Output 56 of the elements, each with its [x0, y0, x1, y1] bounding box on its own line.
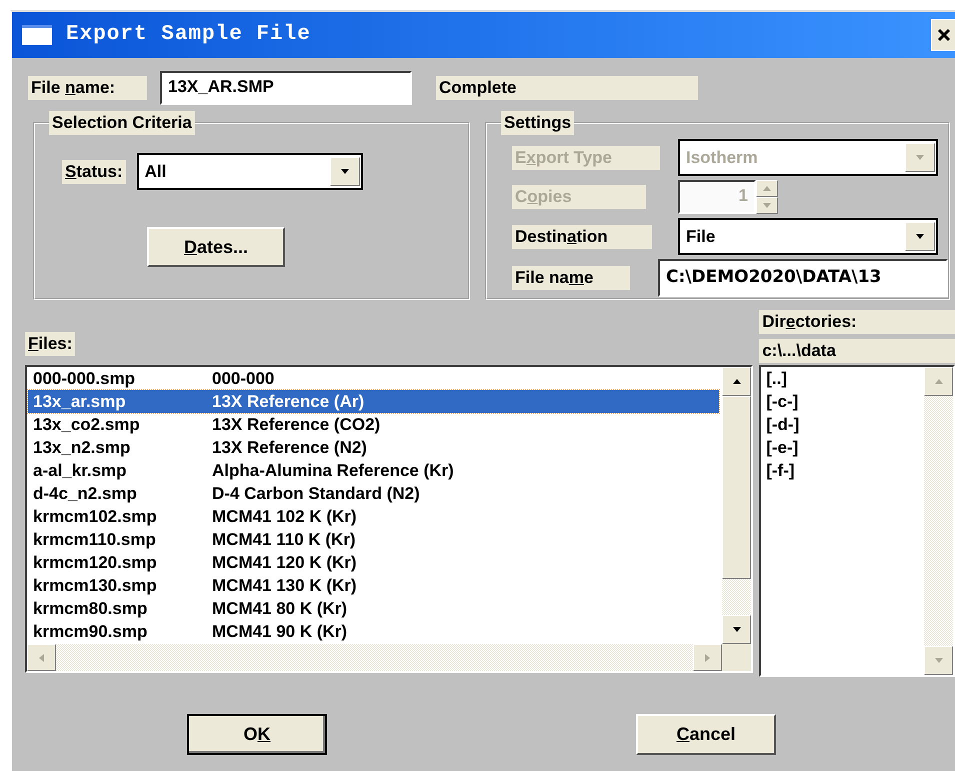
- file-row[interactable]: a-al_kr.smp Alpha-Alumina Reference (Kr): [28, 458, 719, 482]
- group-title: Selection Criteria: [49, 111, 195, 135]
- files-label: Files:: [25, 332, 76, 356]
- directory-path: c:\...\data: [759, 339, 955, 363]
- horizontal-scrollbar[interactable]: [27, 644, 752, 670]
- file-row[interactable]: 000-000.smp 000-000: [28, 366, 719, 390]
- dropdown-value: Isotherm: [686, 146, 758, 169]
- file-row[interactable]: 13x_n2.smp 13X Reference (N2): [28, 436, 719, 458]
- dates-button[interactable]: Dates...: [147, 227, 285, 267]
- file-row[interactable]: krmcm102.smp MCM41 102 K (Kr): [28, 504, 719, 528]
- directory-item[interactable]: [-f-]: [761, 459, 795, 482]
- directory-item[interactable]: [-c-]: [761, 390, 798, 413]
- dropdown-button[interactable]: [330, 157, 360, 186]
- ok-button[interactable]: OK: [187, 714, 327, 755]
- field-label: File name:: [28, 76, 147, 100]
- field-label: Status:: [62, 160, 126, 184]
- file-row[interactable]: krmcm80.smp MCM41 80 K (Kr): [28, 596, 719, 620]
- spin-down-button[interactable]: [756, 197, 778, 214]
- file-row[interactable]: d-4c_n2.smp D-4 Carbon Standard (N2): [28, 482, 719, 504]
- close-icon: [936, 28, 950, 42]
- scroll-up-button[interactable]: [722, 366, 752, 396]
- directory-item[interactable]: [-e-]: [761, 436, 798, 459]
- status-dropdown[interactable]: All: [136, 153, 363, 190]
- spin-up-button[interactable]: [756, 180, 778, 197]
- directory-item[interactable]: [-d-]: [761, 413, 800, 436]
- file-row[interactable]: krmcm120.smp MCM41 120 K (Kr): [28, 550, 719, 574]
- status-text: Complete: [436, 76, 698, 100]
- file-row[interactable]: 13x_ar.smp 13X Reference (Ar): [28, 390, 719, 412]
- field-label: Export Type: [512, 146, 660, 170]
- destination-dropdown[interactable]: File: [678, 218, 938, 255]
- file-list[interactable]: [25, 364, 754, 672]
- dropdown-value: All: [144, 160, 166, 183]
- directory-item[interactable]: [..]: [761, 367, 787, 390]
- window-title: Export Sample File: [66, 22, 311, 48]
- vertical-scrollbar[interactable]: [722, 366, 752, 644]
- file-row[interactable]: krmcm90.smp MCM41 90 K (Kr): [28, 620, 719, 642]
- scroll-right-button[interactable]: [693, 644, 722, 670]
- directories-label: Directories:: [759, 310, 955, 334]
- file-name-field[interactable]: 13X_AR.SMP: [160, 71, 412, 105]
- file-path-field[interactable]: C:\DEMO2020\DATA\13: [658, 259, 948, 297]
- file-row[interactable]: 13x_co2.smp 13X Reference (CO2): [28, 412, 719, 436]
- directory-list[interactable]: [..] [-c-] [-d-] [-e-] [-f-]: [759, 365, 955, 677]
- field-label: Copies: [512, 185, 646, 209]
- file-row[interactable]: krmcm130.smp MCM41 130 K (Kr): [28, 574, 719, 596]
- scroll-down-button[interactable]: [722, 614, 752, 644]
- field-label: Destination: [512, 224, 652, 248]
- scroll-left-button[interactable]: [27, 644, 56, 670]
- field-label: File name: [512, 266, 630, 290]
- dropdown-button[interactable]: [905, 222, 935, 251]
- window-icon: [22, 25, 52, 45]
- file-row[interactable]: krmcm110.smp MCM41 110 K (Kr): [28, 528, 719, 550]
- close-button[interactable]: [931, 19, 955, 51]
- dropdown-value: File: [686, 226, 716, 248]
- cancel-button[interactable]: Cancel: [636, 714, 776, 755]
- scrollbar-thumb[interactable]: [722, 396, 752, 578]
- group-title: Settings: [501, 111, 574, 135]
